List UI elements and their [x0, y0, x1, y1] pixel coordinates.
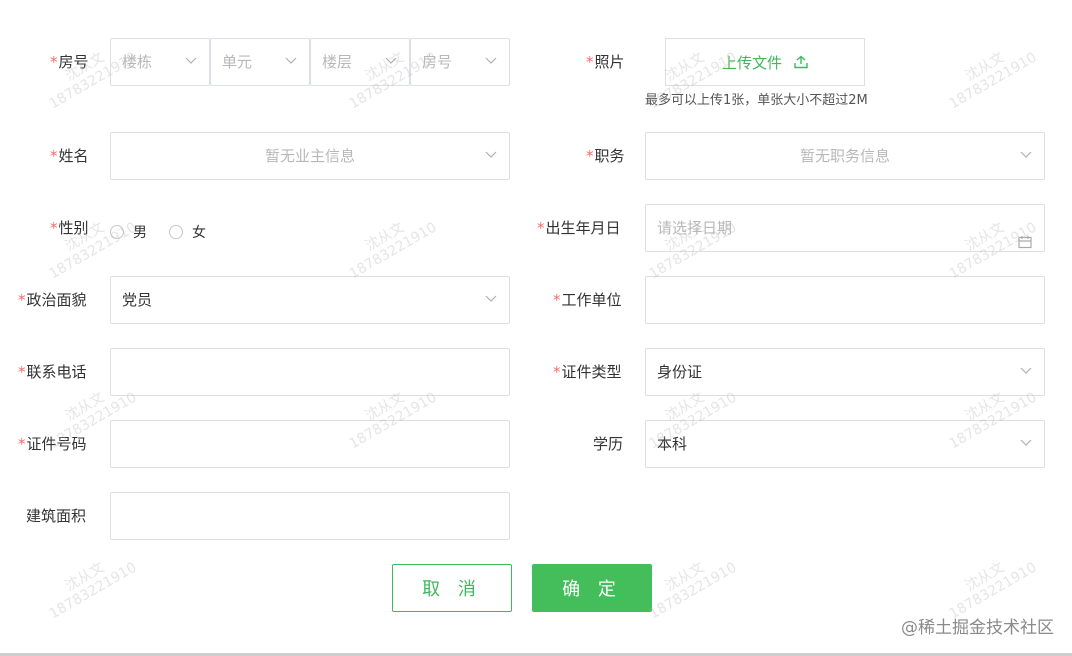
- education-select[interactable]: 本科: [645, 420, 1045, 468]
- radio-circle-icon: [110, 225, 124, 239]
- phone-input[interactable]: [110, 348, 510, 396]
- birthday-date-picker[interactable]: 请选择日期: [645, 204, 1045, 252]
- id-type-select[interactable]: 身份证: [645, 348, 1045, 396]
- building-select[interactable]: 楼栋: [110, 38, 210, 86]
- room-label: *房号: [50, 53, 89, 71]
- workplace-input[interactable]: [645, 276, 1045, 324]
- phone-label: *联系电话: [18, 363, 87, 381]
- upload-icon: [794, 55, 808, 69]
- confirm-button[interactable]: 确 定: [532, 564, 652, 612]
- workplace-label: *工作单位: [553, 291, 622, 309]
- cancel-button[interactable]: 取 消: [392, 564, 512, 612]
- id-type-label: *证件类型: [553, 363, 622, 381]
- politics-label: *政治面貌: [18, 291, 87, 309]
- upload-hint: 最多可以上传1张，单张大小不超过2M: [645, 93, 868, 108]
- watermark: 沈从文 18783221910: [346, 219, 440, 283]
- resident-form-page: *房号 楼栋 单元 楼层 房号 *照片 上传文件 最多可以上传1张，单张大小不超…: [0, 0, 1072, 656]
- calendar-icon: [1018, 221, 1032, 251]
- chevron-down-icon: [1020, 151, 1032, 159]
- chevron-down-icon: [1020, 439, 1032, 447]
- area-label: 建筑面积: [26, 507, 87, 525]
- chevron-down-icon: [1020, 367, 1032, 375]
- watermark: 沈从文 18783221910: [946, 559, 1040, 623]
- education-label: 学历: [593, 435, 624, 453]
- birthday-label: *出生年月日: [537, 219, 621, 237]
- chevron-down-icon: [385, 57, 397, 65]
- id-number-input[interactable]: [110, 420, 510, 468]
- chevron-down-icon: [485, 151, 497, 159]
- photo-label: *照片: [586, 53, 625, 71]
- chevron-down-icon: [285, 57, 297, 65]
- radio-circle-icon: [169, 225, 183, 239]
- watermark: 沈从文 18783221910: [646, 559, 740, 623]
- gender-radio-group: 男 女: [110, 222, 228, 242]
- chevron-down-icon: [485, 57, 497, 65]
- id-number-label: *证件号码: [18, 435, 87, 453]
- area-input[interactable]: [110, 492, 510, 540]
- position-label: *职务: [586, 147, 625, 165]
- upload-file-button[interactable]: 上传文件: [665, 38, 865, 86]
- name-label: *姓名: [50, 147, 89, 165]
- gender-radio-male[interactable]: 男: [110, 222, 147, 242]
- chevron-down-icon: [185, 57, 197, 65]
- politics-select[interactable]: 党员: [110, 276, 510, 324]
- gender-radio-female[interactable]: 女: [169, 222, 206, 242]
- watermark: 沈从文 18783221910: [46, 559, 140, 623]
- unit-select[interactable]: 单元: [210, 38, 310, 86]
- gender-label: *性别: [50, 219, 89, 237]
- floor-select[interactable]: 楼层: [310, 38, 410, 86]
- name-select[interactable]: 暂无业主信息: [110, 132, 510, 180]
- juejin-community-watermark: @稀土掘金技术社区: [901, 618, 1054, 638]
- watermark: 沈从文 18783221910: [946, 49, 1040, 113]
- position-select[interactable]: 暂无职务信息: [645, 132, 1045, 180]
- room-number-select[interactable]: 房号: [410, 38, 510, 86]
- chevron-down-icon: [485, 295, 497, 303]
